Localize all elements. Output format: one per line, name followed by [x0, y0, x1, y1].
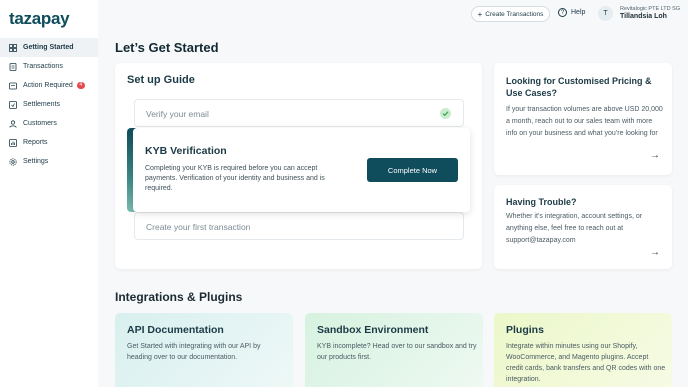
sidebar-item-settings[interactable]: Settings [0, 152, 98, 171]
setup-guide-title: Set up Guide [127, 74, 195, 86]
create-transactions-label: Create Transactions [485, 10, 544, 18]
organization-name: Revitalogic PTE LTD SG [620, 6, 681, 12]
custom-pricing-card[interactable]: Looking for Customised Pricing & Use Cas… [494, 63, 672, 175]
arrow-right-icon[interactable]: → [650, 150, 660, 161]
setup-step-verify-email[interactable]: Verify your email [134, 99, 464, 127]
gear-icon [9, 157, 17, 166]
card-title: API Documentation [127, 324, 224, 336]
sidebar-item-label: Transactions [23, 63, 63, 70]
receipt-icon [9, 100, 17, 109]
page-title: Let’s Get Started [115, 40, 219, 55]
sidebar-item-customers[interactable]: Customers [0, 114, 98, 133]
sidebar-item-label: Settlements [23, 101, 60, 108]
sidebar-item-label: Getting Started [23, 44, 74, 51]
avatar[interactable]: T [598, 6, 613, 21]
user-icon [9, 119, 17, 128]
chart-icon [9, 138, 17, 147]
card-body: Get Started with integrating with our AP… [127, 343, 261, 361]
card-body: Whether it’s integration, account settin… [506, 213, 643, 244]
plugins-card[interactable]: Plugins Integrate within minutes using o… [494, 313, 672, 387]
setup-step-create-transaction[interactable]: Create your first transaction [134, 212, 464, 240]
setup-step-kyb-verification: KYB Verification Completing your KYB is … [133, 128, 470, 212]
check-icon [440, 108, 451, 119]
sidebar: tazapay Getting Started Transactions Act… [0, 0, 98, 387]
help-button[interactable]: ? Help [558, 8, 585, 17]
plus-icon: + [477, 9, 483, 19]
complete-now-button[interactable]: Complete Now [367, 158, 458, 182]
top-bar: + Create Transactions ? Help T Revitalog… [98, 0, 688, 29]
integrations-title: Integrations & Plugins [115, 290, 243, 304]
document-icon [9, 62, 17, 71]
sandbox-environment-card[interactable]: Sandbox Environment KYB incomplete? Head… [305, 313, 483, 387]
sidebar-item-transactions[interactable]: Transactions [0, 57, 98, 76]
sidebar-nav: Getting Started Transactions Action Requ… [0, 38, 98, 171]
question-icon: ? [558, 8, 567, 17]
setup-step-label: Create your first transaction [146, 222, 251, 232]
card-body: If your transaction volumes are above US… [506, 106, 663, 137]
arrow-right-icon[interactable]: → [650, 247, 660, 258]
setup-step-label: Verify your email [146, 109, 209, 119]
create-transactions-button[interactable]: + Create Transactions [471, 6, 550, 22]
api-documentation-card[interactable]: API Documentation Get Started with integ… [115, 313, 293, 387]
card-body: KYB incomplete? Head over to our sandbox… [317, 343, 477, 361]
sidebar-item-label: Reports [23, 139, 48, 146]
user-name: Tillandsia Loh [620, 13, 667, 20]
kyb-description: Completing your KYB is required before y… [145, 165, 325, 192]
action-required-count-badge: 4 [76, 82, 85, 89]
card-body: Integrate within minutes using our Shopi… [506, 343, 666, 383]
card-title: Having Trouble? [506, 197, 577, 207]
sidebar-item-settlements[interactable]: Settlements [0, 95, 98, 114]
grid-icon [9, 43, 17, 52]
sidebar-item-getting-started[interactable]: Getting Started [0, 38, 98, 57]
tazapay-logo[interactable]: tazapay [9, 9, 70, 29]
card-title: Looking for Customised Pricing & Use Cas… [506, 76, 652, 98]
sidebar-item-reports[interactable]: Reports [0, 133, 98, 152]
having-trouble-card[interactable]: Having Trouble? Whether it’s integration… [494, 185, 672, 269]
bell-icon [9, 82, 17, 90]
card-title: Plugins [506, 324, 544, 336]
sidebar-item-action-required[interactable]: Action Required 4 [0, 76, 98, 95]
sidebar-item-label: Customers [23, 120, 57, 127]
help-label: Help [571, 9, 586, 16]
sidebar-item-label: Settings [23, 158, 49, 165]
sidebar-item-label: Action Required [23, 82, 73, 89]
card-title: Sandbox Environment [317, 324, 429, 336]
kyb-title: KYB Verification [145, 145, 227, 157]
